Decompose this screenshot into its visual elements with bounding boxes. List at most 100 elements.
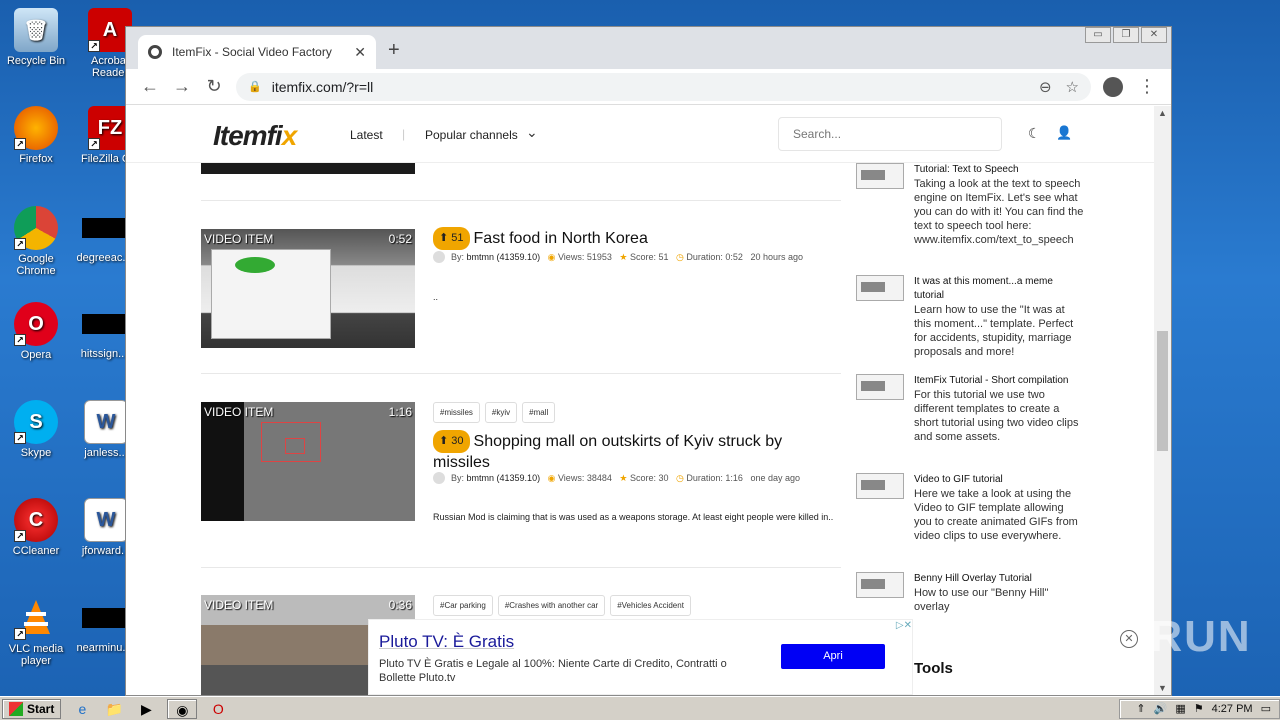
- page-scrollbar[interactable]: ▲ ▼: [1154, 106, 1171, 695]
- taskbar: Start e 📁 ▶ ◉ O ⇑ 🔊 ▦ ⚑ 4:27 PM ▭: [0, 696, 1280, 720]
- tag[interactable]: #Car parking: [433, 595, 493, 616]
- tab-itemfix[interactable]: ItemFix - Social Video Factory ✕: [138, 35, 376, 69]
- video-duration: 1:16: [388, 405, 412, 419]
- sidebar-thumbnail[interactable]: [856, 163, 904, 189]
- time-ago: 20 hours ago: [750, 252, 803, 262]
- forward-button[interactable]: →: [166, 76, 198, 97]
- video-title[interactable]: ⬆ 30 Shopping mall on outskirts of Kyiv s…: [433, 430, 843, 472]
- tab-close-icon[interactable]: ✕: [354, 44, 366, 61]
- video-thumbnail-cropped[interactable]: [201, 163, 415, 174]
- sidebar-item-title[interactable]: It was at this moment...a meme tutorial: [914, 275, 1084, 303]
- start-button[interactable]: Start: [2, 698, 62, 719]
- scroll-up-icon[interactable]: ▲: [1158, 108, 1167, 118]
- close-window-button[interactable]: ✕: [1141, 27, 1167, 43]
- menu-dots-icon[interactable]: ⋮: [1131, 76, 1163, 97]
- sidebar-item-desc: How to use our "Benny Hill" overlay: [914, 587, 1049, 613]
- score-value: 51: [451, 232, 464, 244]
- desktop-icon-vlc[interactable]: ↗ VLC media player: [0, 596, 72, 667]
- volume-icon[interactable]: 🔊: [1154, 702, 1168, 715]
- tray-arrow-icon[interactable]: ⇑: [1136, 702, 1145, 715]
- video-item-label: VIDEO ITEM: [204, 232, 274, 246]
- desktop-icon-label: Google Chrome: [16, 253, 56, 277]
- window-controls: ▭ ❐ ✕: [1083, 27, 1167, 43]
- back-button[interactable]: ←: [134, 76, 166, 97]
- chevron-down-icon[interactable]: ⌄: [526, 124, 538, 141]
- nav-latest[interactable]: Latest: [350, 128, 383, 142]
- show-desktop-icon[interactable]: ▭: [1261, 702, 1271, 715]
- tag[interactable]: #mall: [522, 402, 556, 423]
- clock[interactable]: 4:27 PM: [1212, 703, 1253, 715]
- nav-popular-channels[interactable]: Popular channels: [425, 128, 518, 142]
- author-link[interactable]: bmtmn (41359.10): [467, 252, 541, 262]
- reload-button[interactable]: ↻: [198, 76, 230, 97]
- tag[interactable]: #Crashes with another car: [497, 595, 606, 616]
- dark-mode-moon-icon[interactable]: ☾: [1028, 125, 1041, 142]
- author-link[interactable]: bmtmn (41359.10): [467, 473, 541, 483]
- video-duration: 0:36: [388, 598, 412, 612]
- sidebar-thumbnail[interactable]: [856, 473, 904, 499]
- sidebar-thumbnail[interactable]: [856, 275, 904, 301]
- logo-x: x: [281, 120, 298, 151]
- browser-window: ItemFix - Social Video Factory ✕ + ▭ ❐ ✕…: [125, 26, 1172, 696]
- media-player-icon[interactable]: ▶: [135, 699, 157, 719]
- tag[interactable]: #kyiv: [484, 402, 518, 423]
- ie-icon[interactable]: e: [71, 699, 93, 719]
- scrollbar-thumb[interactable]: [1157, 331, 1168, 451]
- divider: [201, 567, 841, 568]
- system-tray: ⇑ 🔊 ▦ ⚑ 4:27 PM ▭: [1119, 698, 1280, 719]
- opera-taskbar-icon[interactable]: O: [207, 699, 229, 719]
- sidebar-item-title[interactable]: ItemFix Tutorial - Short compilation: [914, 374, 1084, 388]
- close-circle-icon[interactable]: ✕: [1120, 630, 1138, 648]
- search-input[interactable]: Search...: [778, 117, 1002, 151]
- video-thumbnail[interactable]: VIDEO ITEM 0:52: [201, 229, 415, 348]
- chrome-icon: ↗: [14, 206, 58, 250]
- ad-banner[interactable]: Pluto TV: È Gratis Pluto TV È Gratis e L…: [368, 619, 913, 695]
- desktop-icon-chrome[interactable]: ↗ Google Chrome: [0, 206, 72, 277]
- score-text: Score: 51: [629, 252, 669, 262]
- logo-text: Itemfi: [213, 120, 283, 151]
- video-title[interactable]: ⬆ 51 Fast food in North Korea: [433, 227, 843, 250]
- itemfix-logo[interactable]: Itemfix: [213, 120, 298, 152]
- ad-open-button[interactable]: Apri: [781, 644, 885, 669]
- tab-bar: ItemFix - Social Video Factory ✕ + ▭ ❐ ✕: [126, 27, 1171, 69]
- score-badge: ⬆ 30: [433, 430, 470, 453]
- score-badge: ⬆ 51: [433, 227, 470, 250]
- sidebar-text: It was at this moment...a meme tutorial L…: [914, 275, 1084, 359]
- zoom-icon[interactable]: ⊖: [1039, 78, 1052, 96]
- minimize-button[interactable]: ▭: [1085, 27, 1111, 43]
- desktop-icon-ccleaner[interactable]: C ↗ CCleaner: [0, 498, 72, 557]
- skype-icon: S ↗: [14, 400, 58, 444]
- sidebar-text: Benny Hill Overlay Tutorial How to use ou…: [914, 572, 1084, 614]
- explorer-folder-icon[interactable]: 📁: [103, 699, 125, 719]
- new-tab-button[interactable]: +: [388, 39, 400, 62]
- sidebar-thumbnail[interactable]: [856, 374, 904, 400]
- ad-choices-icon[interactable]: ▷✕: [896, 620, 912, 631]
- video-title-text[interactable]: Fast food in North Korea: [474, 230, 648, 247]
- tag[interactable]: #Vehicles Accident: [610, 595, 691, 616]
- sidebar-item-title[interactable]: Tutorial: Text to Speech: [914, 163, 1084, 177]
- user-icon[interactable]: 👤: [1056, 125, 1072, 141]
- desktop-icon-opera[interactable]: O ↗ Opera: [0, 302, 72, 361]
- network-icon[interactable]: ▦: [1175, 702, 1185, 715]
- flag-tray-icon[interactable]: ⚑: [1194, 702, 1204, 715]
- restore-button[interactable]: ❐: [1113, 27, 1139, 43]
- tag[interactable]: #missiles: [433, 402, 480, 423]
- scroll-down-icon[interactable]: ▼: [1158, 683, 1167, 693]
- duration-text: Duration: 0:52: [686, 252, 743, 262]
- ad-title[interactable]: Pluto TV: È Gratis: [379, 632, 514, 652]
- sidebar-thumbnail[interactable]: [856, 572, 904, 598]
- desktop-icon-recycle-bin[interactable]: 🗑 Recycle Bin: [0, 8, 72, 67]
- desktop-icon-skype[interactable]: S ↗ Skype: [0, 400, 72, 459]
- file-icon: [82, 608, 126, 628]
- video-title-text[interactable]: Shopping mall on outskirts of Kyiv struc…: [433, 433, 782, 471]
- sidebar-item-title[interactable]: Video to GIF tutorial: [914, 473, 1084, 487]
- chrome-taskbar-icon[interactable]: ◉: [167, 698, 198, 719]
- desktop-icon-label: CCleaner: [12, 545, 60, 557]
- desktop-icon-label: Firefox: [19, 153, 53, 165]
- video-thumbnail[interactable]: VIDEO ITEM 1:16: [201, 402, 415, 521]
- bookmark-star-icon[interactable]: ☆: [1066, 78, 1079, 96]
- address-bar[interactable]: 🔒 itemfix.com/?r=ll ⊖ ☆: [236, 72, 1091, 101]
- profile-avatar[interactable]: [1103, 76, 1123, 97]
- sidebar-item-title[interactable]: Benny Hill Overlay Tutorial: [914, 572, 1084, 586]
- desktop-icon-firefox[interactable]: ↗ Firefox: [0, 106, 72, 165]
